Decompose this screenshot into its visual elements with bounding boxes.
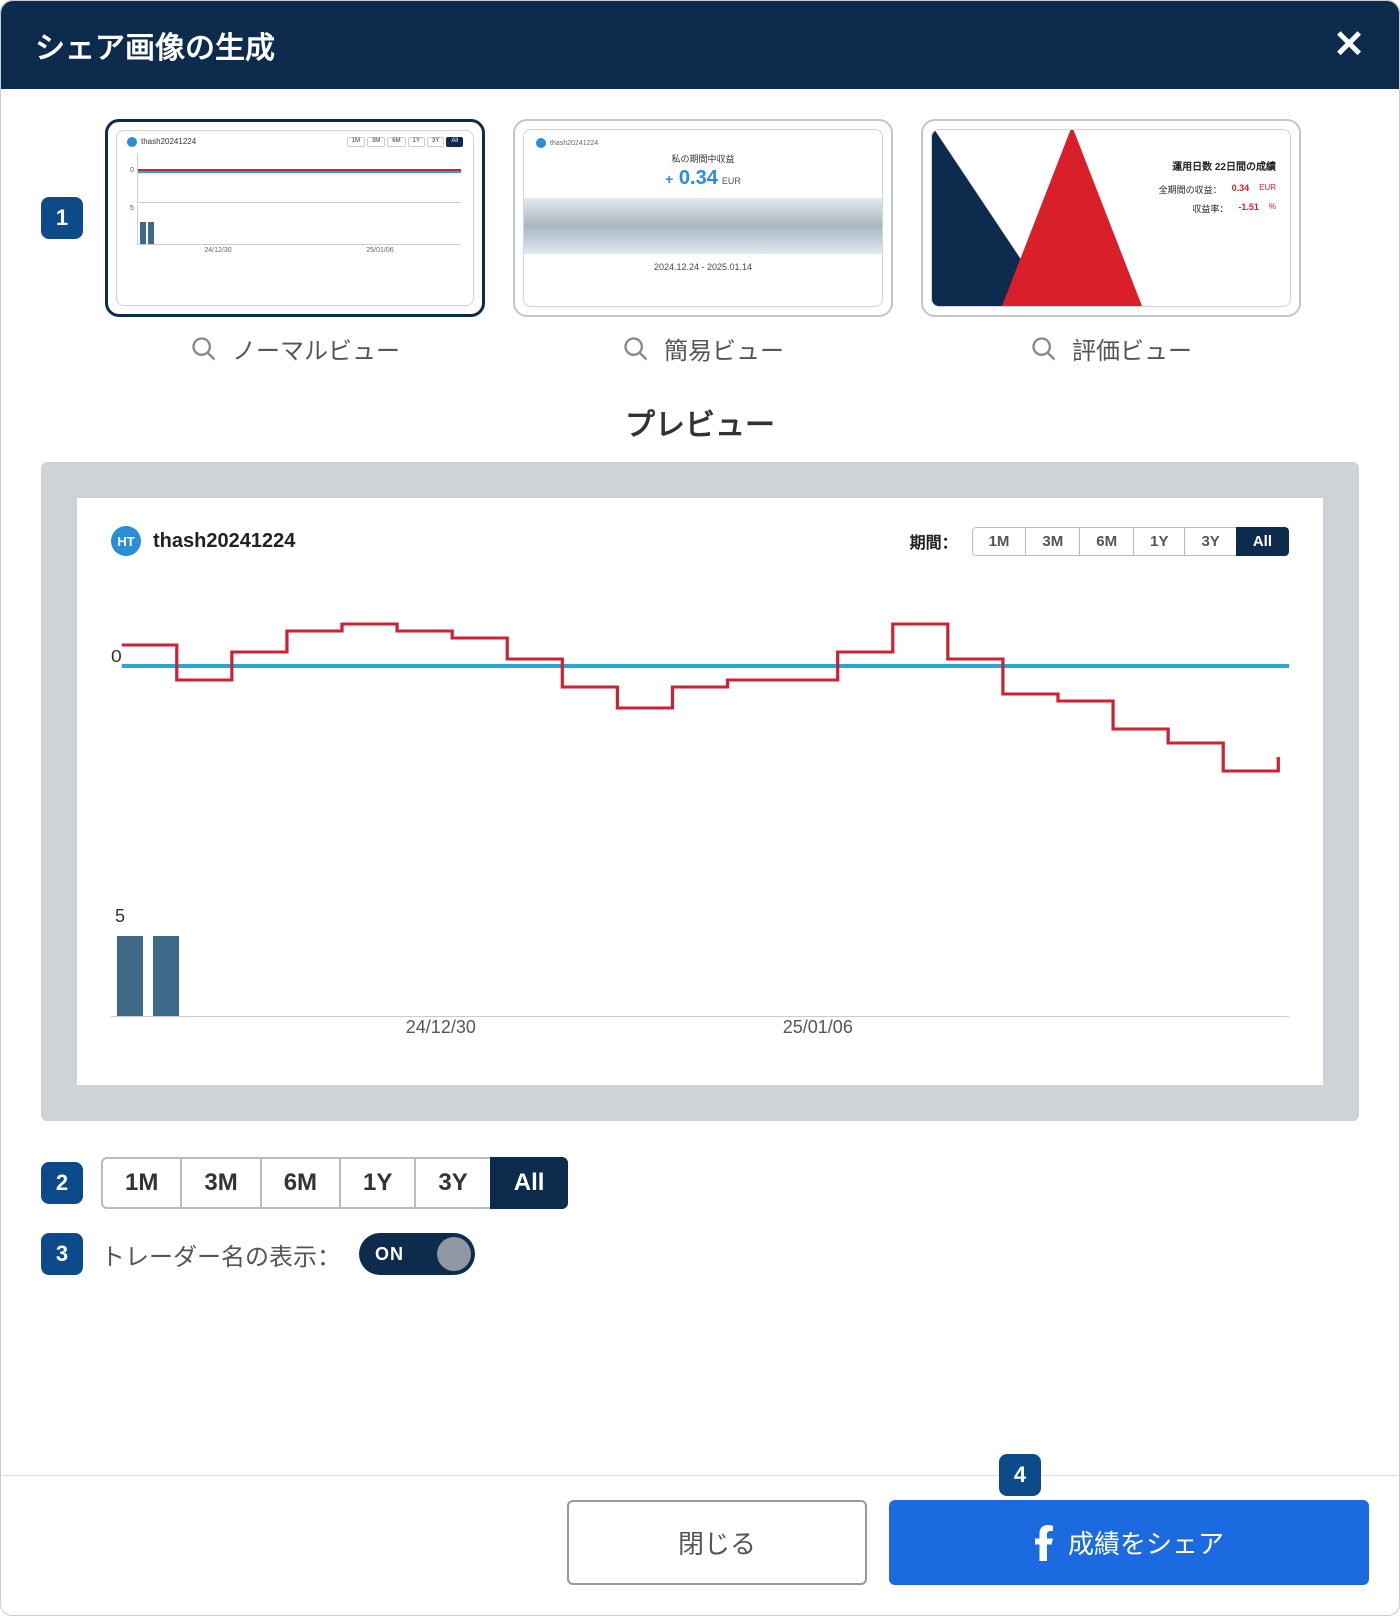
volume-axis-label: 5	[115, 906, 1289, 927]
volume-chart	[111, 933, 1289, 1017]
magnify-icon[interactable]	[622, 335, 650, 363]
pv-period-3y[interactable]: 3Y	[1184, 527, 1236, 556]
opt-period-all[interactable]: All	[490, 1157, 569, 1209]
equity-chart: 0	[111, 596, 1289, 876]
view-card-normal[interactable]: thash20241224 1M 3M 6M 1Y 3Y All	[105, 119, 485, 317]
view-label-normal: ノーマルビュー	[232, 331, 400, 366]
view-type-selector: 1 thash20241224 1M 3M 6M 1Y	[41, 119, 1359, 366]
close-icon[interactable]: ✕	[1333, 26, 1365, 64]
step-badge-4: 4	[999, 1454, 1041, 1496]
modal-header: シェア画像の生成 ✕	[1, 1, 1399, 89]
facebook-icon	[1034, 1525, 1054, 1561]
close-button[interactable]: 閉じる	[567, 1500, 867, 1585]
avatar: HT	[111, 526, 141, 556]
step-badge-3: 3	[41, 1233, 83, 1275]
opt-period-3m[interactable]: 3M	[180, 1157, 261, 1209]
option-period-segment: 1M 3M 6M 1Y 3Y All	[101, 1157, 568, 1209]
magnify-icon[interactable]	[190, 335, 218, 363]
pv-period-6m[interactable]: 6M	[1079, 527, 1134, 556]
trader-name-option-row: 3 トレーダー名の表示： ON	[41, 1233, 1359, 1275]
toggle-knob	[437, 1237, 471, 1271]
pv-period-all[interactable]: All	[1236, 527, 1289, 556]
chart-x-axis: 24/12/30 25/01/06	[111, 1017, 1289, 1045]
trader-name-label: トレーダー名の表示：	[101, 1237, 341, 1272]
share-button-label: 成績をシェア	[1068, 1524, 1224, 1561]
pv-period-1y[interactable]: 1Y	[1133, 527, 1185, 556]
preview-username: thash20241224	[153, 530, 295, 553]
opt-period-1m[interactable]: 1M	[101, 1157, 182, 1209]
period-label: 期間：	[910, 529, 958, 553]
thumb-user: thash20241224	[141, 137, 196, 146]
preview-period-segment: 1M 3M 6M 1Y 3Y All	[972, 527, 1289, 556]
step-badge-2: 2	[41, 1162, 83, 1204]
modal-title: シェア画像の生成	[35, 23, 275, 67]
trader-name-toggle[interactable]: ON	[359, 1233, 475, 1275]
view-label-simple: 簡易ビュー	[664, 331, 784, 366]
pv-period-1m[interactable]: 1M	[972, 527, 1027, 556]
preview-panel: HT thash20241224 期間： 1M 3M 6M 1Y 3Y All	[41, 462, 1359, 1121]
modal-body: 1 thash20241224 1M 3M 6M 1Y	[1, 89, 1399, 1475]
magnify-icon[interactable]	[1030, 335, 1058, 363]
view-card-simple[interactable]: thash20241224 私の期間中収益 + 0.34EUR 2024.12.…	[513, 119, 893, 317]
pv-period-3m[interactable]: 3M	[1025, 527, 1080, 556]
modal-footer: 4 閉じる 成績をシェア	[1, 1475, 1399, 1615]
period-option-row: 2 1M 3M 6M 1Y 3Y All	[41, 1157, 1359, 1209]
opt-period-3y[interactable]: 3Y	[414, 1157, 491, 1209]
svg-text:0: 0	[111, 646, 122, 666]
step-badge-1: 1	[41, 197, 83, 239]
view-card-eval[interactable]: 運用日数 22日間の成績 全期間の収益：0.34EUR 収益率：-1.51%	[921, 119, 1301, 317]
opt-period-1y[interactable]: 1Y	[339, 1157, 416, 1209]
opt-period-6m[interactable]: 6M	[260, 1157, 341, 1209]
view-label-eval: 評価ビュー	[1072, 331, 1192, 366]
preview-heading: プレビュー	[41, 400, 1359, 444]
share-button[interactable]: 成績をシェア	[889, 1500, 1369, 1585]
share-image-modal: シェア画像の生成 ✕ 1 thash20241224 1M 3	[0, 0, 1400, 1616]
